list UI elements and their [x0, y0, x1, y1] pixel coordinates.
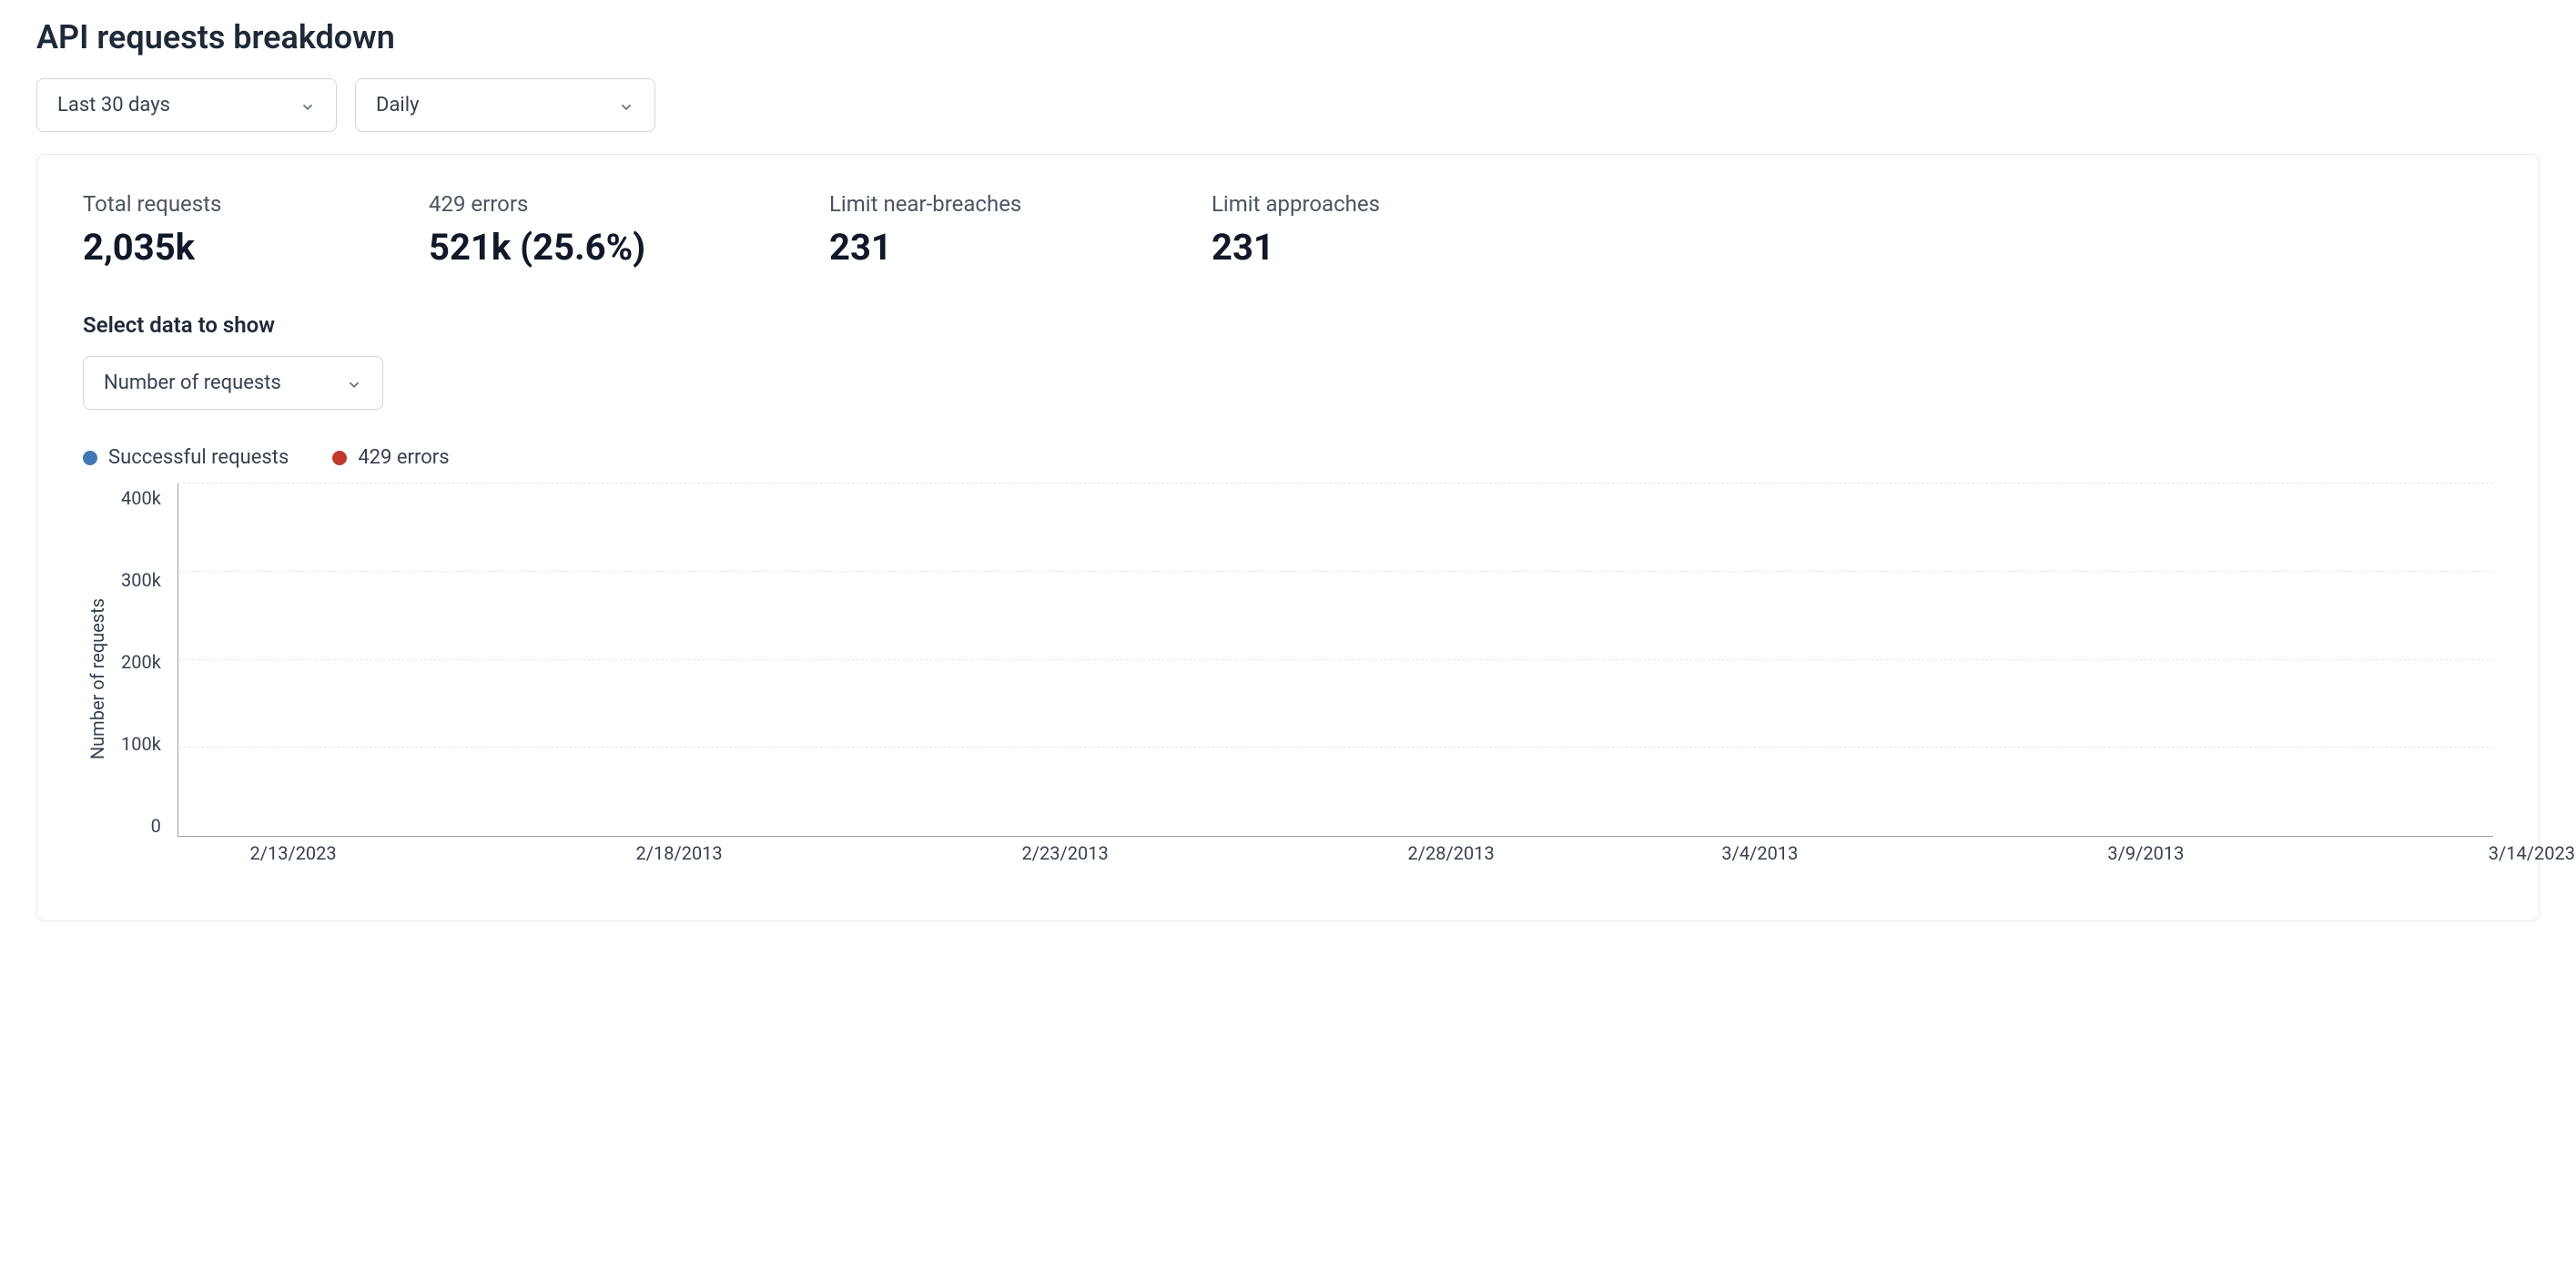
- stat-429-errors: 429 errors 521k (25.6%): [429, 191, 720, 269]
- legend-item-success: Successful requests: [83, 446, 289, 469]
- chart-legend: Successful requests 429 errors: [83, 446, 2493, 469]
- stats-row: Total requests 2,035k 429 errors 521k (2…: [83, 191, 2493, 269]
- x-tick-label: 3/4/2013: [1721, 842, 1798, 864]
- date-range-value: Last 30 days: [57, 94, 170, 117]
- legend-dot-icon: [332, 451, 347, 465]
- x-tick-label: 2/18/2013: [635, 842, 722, 864]
- stat-label: Limit near-breaches: [829, 191, 1102, 217]
- controls-row: Last 30 days Daily: [36, 78, 2540, 132]
- stat-label: 429 errors: [429, 191, 720, 217]
- granularity-value: Daily: [376, 94, 420, 117]
- y-tick-label: 100k: [121, 733, 161, 755]
- plot-area: [177, 483, 2493, 837]
- x-tick-label: 2/28/2013: [1408, 842, 1495, 864]
- stat-limit-approaches: Limit approaches 231: [1212, 191, 1380, 269]
- date-range-select[interactable]: Last 30 days: [36, 78, 337, 132]
- chart: Number of requests 400k 300k 200k 100k 0 2/1…: [83, 483, 2493, 875]
- x-tick-label: 3/14/2023: [2489, 842, 2575, 864]
- data-metric-select[interactable]: Number of requests: [83, 356, 383, 410]
- stat-value: 521k (25.6%): [429, 226, 720, 269]
- x-axis: 2/13/2023 2/18/2013 2/23/2013 2/28/2013 3/4/…: [177, 842, 2493, 875]
- stat-label: Limit approaches: [1212, 191, 1380, 217]
- y-tick-label: 0: [151, 815, 161, 837]
- legend-dot-icon: [83, 451, 97, 465]
- stat-limit-near-breaches: Limit near-breaches 231: [829, 191, 1102, 269]
- x-tick-label: 3/9/2013: [2107, 842, 2184, 864]
- granularity-select[interactable]: Daily: [355, 78, 655, 132]
- x-tick-label: 2/13/2023: [249, 842, 336, 864]
- chevron-down-icon: [346, 375, 362, 392]
- stat-total-requests: Total requests 2,035k: [83, 191, 319, 269]
- stat-label: Total requests: [83, 191, 319, 217]
- y-axis-title: Number of requests: [83, 598, 112, 759]
- data-metric-value: Number of requests: [104, 371, 281, 394]
- breakdown-card: Total requests 2,035k 429 errors 521k (2…: [36, 154, 2540, 921]
- stat-value: 231: [829, 226, 1102, 269]
- y-tick-label: 300k: [121, 569, 161, 591]
- legend-label: Successful requests: [108, 446, 289, 469]
- chevron-down-icon: [618, 97, 634, 114]
- page-title: API requests breakdown: [36, 18, 2540, 56]
- y-tick-label: 200k: [121, 651, 161, 673]
- x-tick-label: 2/23/2013: [1022, 842, 1109, 864]
- legend-label: 429 errors: [358, 446, 449, 469]
- legend-item-errors: 429 errors: [332, 446, 449, 469]
- stat-value: 231: [1212, 226, 1380, 269]
- y-tick-label: 400k: [121, 487, 161, 509]
- data-selector-label: Select data to show: [83, 312, 2493, 338]
- chevron-down-icon: [299, 97, 316, 114]
- stat-value: 2,035k: [83, 226, 319, 269]
- y-axis: 400k 300k 200k 100k 0: [121, 483, 168, 866]
